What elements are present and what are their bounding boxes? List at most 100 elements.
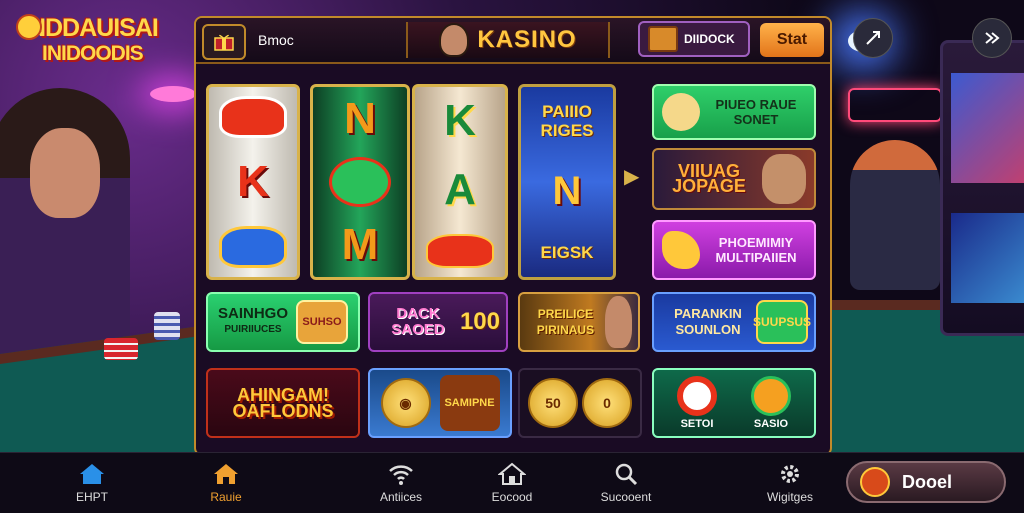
- game-tile[interactable]: SAINHGO PUIRIIUCES SUHSO: [206, 292, 360, 352]
- game-subtitle: PUIRIIUCES: [224, 324, 282, 335]
- slot-reels[interactable]: K N M K A PAIIIO RIGES N EIGSK ▶: [206, 84, 640, 280]
- promo-card-text: VIIUAG JOPAGE: [672, 161, 746, 196]
- game-title: AHINGAM! OAFLODNS: [232, 385, 334, 421]
- reel-4: PAIIIO RIGES N EIGSK: [518, 84, 616, 280]
- game-badge: 100: [459, 308, 500, 335]
- reel-banner-top: PAIIIO RIGES: [540, 101, 594, 140]
- start-button[interactable]: Stat: [760, 23, 824, 57]
- mascot-icon: [16, 14, 42, 40]
- fullscreen-button[interactable]: [853, 18, 893, 58]
- game-title: SAINHGO: [217, 305, 288, 322]
- promo-card-text: PIUEO RAUE SONET: [715, 97, 797, 127]
- home-icon: [80, 464, 104, 484]
- promo-card-1[interactable]: PIUEO RAUE SONET: [652, 84, 816, 140]
- reel-2: N M: [310, 84, 410, 280]
- reel-symbol: K: [444, 96, 476, 146]
- host-portrait: [604, 296, 632, 348]
- logo-line-2: INIDOODIS: [42, 42, 144, 65]
- eye-icon: [219, 225, 287, 268]
- reel-1: K: [206, 84, 300, 280]
- game-tile[interactable]: PARANKIN SOUNLON SUUPSUS: [652, 292, 816, 352]
- page-title: KASINO: [477, 26, 577, 53]
- g-logo-icon: [677, 376, 717, 416]
- nav-label: Sucooent: [600, 490, 652, 504]
- deposit-label: Dooel: [902, 471, 953, 492]
- nav-label: EHPT: [75, 490, 108, 504]
- nav-label: Rauie: [210, 490, 242, 504]
- next-button[interactable]: [972, 18, 1012, 58]
- promo-card-2[interactable]: VIIUAG JOPAGE: [652, 148, 816, 210]
- home-icon: [214, 464, 238, 484]
- reel-symbol: A: [444, 164, 476, 214]
- ceiling-lamp: [150, 86, 196, 102]
- nav-item-support[interactable]: Sucooent: [586, 459, 666, 507]
- deposit-button[interactable]: Dooel: [846, 461, 1006, 503]
- nav-item-settings[interactable]: Wigitges: [750, 459, 830, 507]
- deposit-icon: [860, 467, 890, 497]
- menu-label: Bmoc: [258, 32, 294, 48]
- reel-banner-bottom: EIGSK: [540, 243, 594, 263]
- game-title: PREILICE PIRINAUS: [536, 307, 595, 337]
- gift-icon: [214, 34, 234, 51]
- leaf-icon: [751, 376, 791, 416]
- reel-symbol: K: [237, 156, 269, 206]
- promo-button[interactable]: DIIDOCK: [638, 21, 750, 57]
- game-badge: SUUPSUS: [753, 300, 811, 344]
- game-tile[interactable]: 50 0: [518, 368, 642, 438]
- horn-icon: [662, 231, 700, 269]
- player-figure-right: [850, 140, 940, 290]
- reel-3: K A: [412, 84, 508, 280]
- game-tile[interactable]: SETOI SASIO: [652, 368, 816, 438]
- double-arrow-icon: [985, 32, 1000, 44]
- reel-symbol: N: [552, 168, 582, 213]
- game-title: DACK SAOED: [391, 305, 445, 338]
- crown-icon: [219, 96, 287, 139]
- promo-card-text: PHOEMIMIY MULTIPAIIEN: [715, 235, 797, 265]
- coin-icon: 50: [528, 378, 578, 428]
- game-tile[interactable]: AHINGAM! OAFLODNS: [206, 368, 360, 438]
- reel-symbol: M: [341, 220, 379, 270]
- slot-machine-cabinet: [940, 40, 1024, 336]
- site-logo[interactable]: INDDAUISAI INIDOODIS: [16, 14, 170, 80]
- chip-stack-2: [154, 312, 180, 340]
- coin-icon: 0: [582, 378, 632, 428]
- chip-stack: [104, 338, 138, 360]
- brand-title: KASINO: [406, 22, 610, 58]
- reel-symbol: N: [344, 93, 376, 143]
- nav-item-home[interactable]: EHPT: [52, 459, 132, 507]
- expand-icon: [866, 31, 880, 45]
- house-icon: [498, 462, 526, 485]
- bow-icon: [426, 233, 494, 268]
- neon-sign: [848, 88, 942, 122]
- nav-item-games[interactable]: Rauie: [186, 459, 266, 507]
- host-portrait: [762, 154, 806, 204]
- game-title: PARANKIN SOUNLON: [674, 306, 742, 337]
- hand-icon: [662, 93, 700, 131]
- game-label: SETOI: [680, 418, 714, 430]
- dealer-avatar: [439, 23, 470, 57]
- nav-label: Eocood: [491, 490, 533, 504]
- game-badge: SUHSO: [295, 300, 348, 344]
- wifi-icon: [389, 465, 413, 485]
- melon-icon: [329, 156, 391, 207]
- search-icon: [615, 463, 638, 486]
- promo-label: DIIDOCK: [684, 32, 735, 46]
- nav-label: Antiices: [379, 490, 423, 504]
- nav-item-activities[interactable]: Antiices: [361, 459, 441, 507]
- promo-card-3[interactable]: PHOEMIMIY MULTIPAIIEN: [652, 220, 816, 280]
- game-tile[interactable]: PREILICE PIRINAUS: [518, 292, 640, 352]
- game-tile[interactable]: ◉ SAMIPNE: [368, 368, 512, 438]
- nav-label: Wigitges: [766, 490, 813, 504]
- coin-icon: ◉: [380, 378, 431, 428]
- app-header: Bmoc KASINO DIIDOCK Stat: [196, 18, 830, 64]
- bottom-navigation: EHPT Rauie Antiices Eocood Sucooent Wigi…: [0, 452, 1024, 513]
- gear-icon: [781, 465, 799, 483]
- game-tile[interactable]: DACK SAOED 100: [368, 292, 508, 352]
- nav-item-store[interactable]: Eocood: [472, 459, 552, 507]
- game-badge: SAMIPNE: [439, 375, 500, 431]
- treasure-chest-icon: [648, 26, 678, 52]
- menu-button[interactable]: [202, 24, 246, 60]
- casino-app-panel: Bmoc KASINO DIIDOCK Stat K N M K A PAIII…: [194, 16, 832, 456]
- reel-arrow-icon: ▶: [624, 166, 640, 188]
- game-label: SASIO: [753, 418, 789, 430]
